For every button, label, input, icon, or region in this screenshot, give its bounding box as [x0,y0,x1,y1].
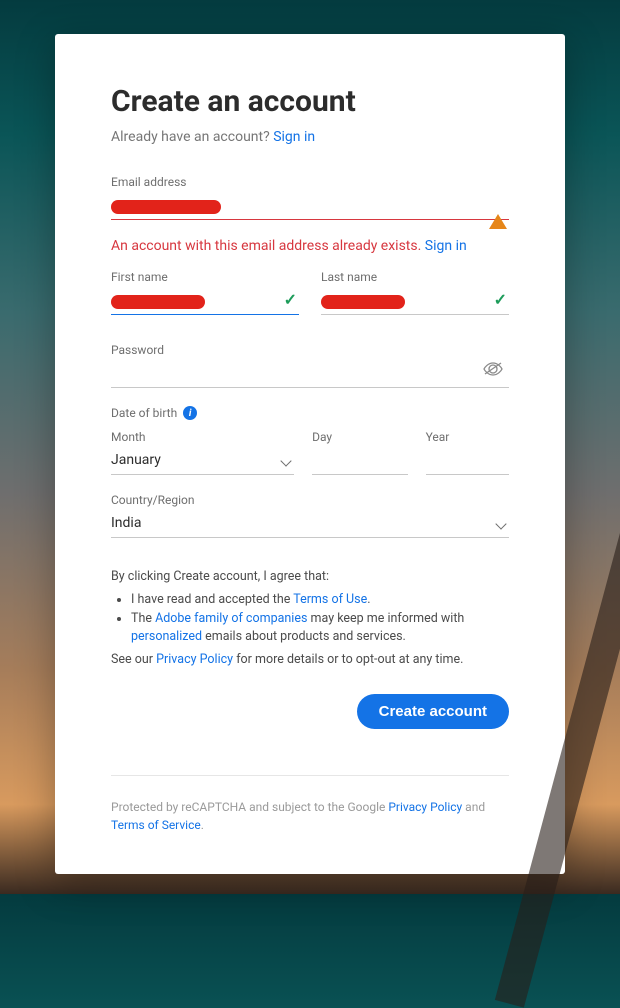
email-field-wrap: Email address [111,175,509,220]
email-error-signin-link[interactable]: Sign in [425,238,467,254]
legal-intro: By clicking Create account, I agree that… [111,568,509,587]
privacy-policy-link[interactable]: Privacy Policy [156,652,233,667]
email-label: Email address [111,175,509,189]
adobe-family-link[interactable]: Adobe family of companies [155,611,307,626]
password-label: Password [111,343,509,357]
country-field-wrap: Country/Region India [111,493,509,538]
redaction [111,295,205,309]
redaction [321,295,405,309]
google-privacy-link[interactable]: Privacy Policy [388,800,462,814]
year-label: Year [426,430,509,444]
check-icon: ✓ [494,290,507,309]
first-name-field-wrap: First name ✓ [111,270,299,315]
email-error: An account with this email address alrea… [111,238,509,254]
email-error-text: An account with this email address alrea… [111,238,425,254]
dob-label: Date of birth [111,406,177,420]
warning-icon [489,195,507,214]
redaction [111,200,221,214]
month-select[interactable]: January [111,448,294,475]
password-input[interactable] [111,361,509,388]
eye-toggle-icon[interactable] [483,361,503,380]
country-select[interactable]: India [111,511,509,538]
page-title: Create an account [111,84,509,119]
divider [111,775,509,776]
country-label: Country/Region [111,493,509,507]
signin-prompt: Already have an account? Sign in [111,129,509,145]
last-name-label: Last name [321,270,509,284]
legal-item-1: I have read and accepted the Terms of Us… [131,591,509,610]
legal-item-2: The Adobe family of companies may keep m… [131,610,509,648]
signin-prompt-text: Already have an account? [111,129,273,145]
month-label: Month [111,430,294,444]
last-name-field-wrap: Last name ✓ [321,270,509,315]
signup-card: Create an account Already have an accoun… [55,34,565,874]
create-account-button[interactable]: Create account [357,694,509,729]
google-tos-link[interactable]: Terms of Service [111,818,201,832]
info-icon[interactable]: i [183,406,197,420]
terms-of-use-link[interactable]: Terms of Use [293,592,367,607]
password-field-wrap: Password [111,343,509,388]
personalized-link[interactable]: personalized [131,629,202,644]
day-input[interactable] [312,448,408,475]
first-name-label: First name [111,270,299,284]
signin-link[interactable]: Sign in [273,129,315,145]
day-label: Day [312,430,408,444]
year-input[interactable] [426,448,509,475]
legal-outro: See our Privacy Policy for more details … [111,651,509,670]
legal-block: By clicking Create account, I agree that… [111,568,509,670]
check-icon: ✓ [284,290,297,309]
recaptcha-footer: Protected by reCAPTCHA and subject to th… [111,798,509,834]
